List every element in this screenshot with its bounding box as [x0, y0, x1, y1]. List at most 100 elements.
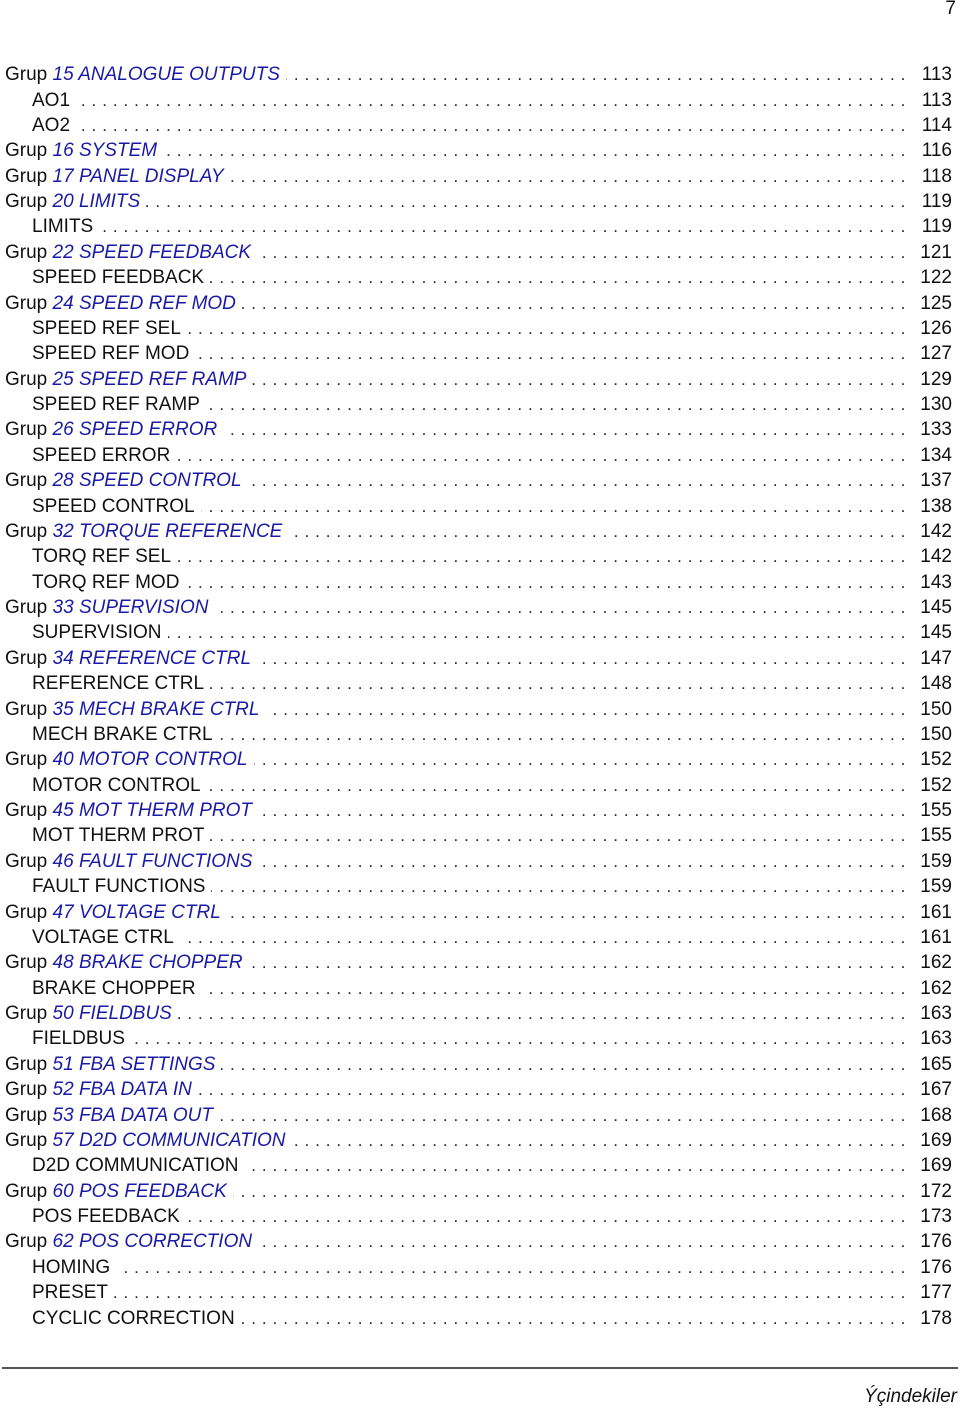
toc-group-entry[interactable]: Grup 17 PANEL DISPLAY 118	[0, 163, 960, 189]
toc-page-number: 163	[906, 1001, 960, 1027]
toc-group-entry[interactable]: Grup 24 SPEED REF MOD 125	[0, 290, 960, 316]
toc-group-entry[interactable]: Grup 47 VOLTAGE CTRL 161	[0, 899, 960, 925]
toc-page-number: 118	[906, 163, 960, 189]
toc-subentry[interactable]: LIMITS 119	[0, 214, 960, 240]
toc-group-link[interactable]: 48 BRAKE CHOPPER	[53, 952, 243, 973]
toc-subentry[interactable]: MOTOR CONTROL 152	[0, 772, 960, 798]
toc-group-link[interactable]: 26 SPEED ERROR	[53, 419, 218, 440]
toc-group-entry[interactable]: Grup 35 MECH BRAKE CTRL 150	[0, 696, 960, 722]
toc-group-link[interactable]: 28 SPEED CONTROL	[53, 470, 242, 491]
toc-group-entry[interactable]: Grup 15 ANALOGUE OUTPUTS 113	[0, 62, 960, 88]
toc-group-link[interactable]: 40 MOTOR CONTROL	[53, 749, 248, 770]
toc-subentry[interactable]: SPEED REF SEL 126	[0, 315, 960, 341]
toc-group-entry[interactable]: Grup 46 FAULT FUNCTIONS 159	[0, 848, 960, 874]
toc-entry-prefix: Grup	[5, 901, 53, 923]
toc-group-entry[interactable]: Grup 60 POS FEEDBACK 172	[0, 1178, 960, 1204]
dot-leader	[211, 874, 906, 899]
toc-subentry[interactable]: FIELDBUS 163	[0, 1026, 960, 1052]
dot-leader	[242, 291, 906, 316]
toc-subentry[interactable]: SPEED REF MOD 127	[0, 341, 960, 367]
toc-group-link[interactable]: 33 SUPERVISION	[53, 597, 209, 618]
toc-group-entry[interactable]: Grup 57 D2D COMMUNICATION 169	[0, 1127, 960, 1153]
toc-group-entry[interactable]: Grup 25 SPEED REF RAMP 129	[0, 366, 960, 392]
dot-leader	[241, 1306, 906, 1331]
toc-group-link[interactable]: 50 FIELDBUS	[53, 1003, 172, 1024]
toc-page-number: 114	[906, 112, 960, 138]
toc-subentry[interactable]: SPEED REF RAMP 130	[0, 392, 960, 418]
dot-leader	[248, 468, 906, 493]
toc-subentry[interactable]: MECH BRAKE CTRL 150	[0, 721, 960, 747]
toc-group-link[interactable]: 46 FAULT FUNCTIONS	[53, 851, 253, 872]
toc-group-link[interactable]: 16 SYSTEM	[53, 140, 158, 161]
toc-group-link[interactable]: 62 POS CORRECTION	[53, 1231, 253, 1252]
toc-page-number: 147	[906, 645, 960, 671]
toc-group-entry[interactable]: Grup 62 POS CORRECTION 176	[0, 1229, 960, 1255]
toc-group-link[interactable]: 51 FBA SETTINGS	[53, 1054, 216, 1075]
toc-group-link[interactable]: 15 ANALOGUE OUTPUTS	[53, 64, 280, 85]
toc-subentry[interactable]: FAULT FUNCTIONS 159	[0, 874, 960, 900]
toc-subentry[interactable]: POS FEEDBACK 173	[0, 1204, 960, 1230]
toc-subentry[interactable]: HOMING 176	[0, 1254, 960, 1280]
toc-subentry[interactable]: PRESET 177	[0, 1280, 960, 1306]
table-of-contents: Grup 15 ANALOGUE OUTPUTS 113 AO1 113 AO2…	[0, 62, 960, 1331]
toc-group-entry[interactable]: Grup 34 REFERENCE CTRL 147	[0, 645, 960, 671]
toc-group-entry[interactable]: Grup 33 SUPERVISION 145	[0, 595, 960, 621]
toc-entry-label: AO1	[32, 87, 77, 113]
toc-group-link[interactable]: 25 SPEED REF RAMP	[53, 369, 247, 390]
toc-page-number: 142	[906, 544, 960, 570]
toc-subentry[interactable]: TORQ REF SEL 142	[0, 544, 960, 570]
toc-group-entry[interactable]: Grup 28 SPEED CONTROL 137	[0, 468, 960, 494]
dot-leader	[286, 62, 906, 87]
toc-group-link[interactable]: 45 MOT THERM PROT	[53, 800, 253, 821]
dot-leader	[76, 113, 906, 138]
toc-group-entry[interactable]: Grup 48 BRAKE CHOPPER 162	[0, 950, 960, 976]
toc-group-link[interactable]: 32 TORQUE REFERENCE	[53, 521, 283, 542]
toc-group-link[interactable]: 24 SPEED REF MOD	[53, 293, 236, 314]
toc-group-entry[interactable]: Grup 53 FBA DATA OUT 168	[0, 1102, 960, 1128]
toc-subentry[interactable]: D2D COMMUNICATION 169	[0, 1153, 960, 1179]
dot-leader	[187, 316, 906, 341]
toc-subentry[interactable]: SPEED ERROR 134	[0, 442, 960, 468]
toc-group-entry[interactable]: Grup 50 FIELDBUS 163	[0, 1001, 960, 1027]
toc-group-entry[interactable]: Grup 52 FBA DATA IN 167	[0, 1077, 960, 1103]
toc-group-entry[interactable]: Grup 26 SPEED ERROR 133	[0, 417, 960, 443]
toc-subentry[interactable]: REFERENCE CTRL 148	[0, 671, 960, 697]
toc-subentry[interactable]: TORQ REF MOD 143	[0, 569, 960, 595]
toc-subentry[interactable]: MOT THERM PROT 155	[0, 823, 960, 849]
toc-entry-label: TORQ REF MOD	[32, 569, 186, 595]
toc-page-number: 129	[906, 366, 960, 392]
toc-group-link[interactable]: 17 PANEL DISPLAY	[53, 166, 224, 187]
toc-group-entry[interactable]: Grup 22 SPEED FEEDBACK 121	[0, 239, 960, 265]
toc-group-link[interactable]: 60 POS FEEDBACK	[53, 1181, 227, 1202]
toc-subentry[interactable]: SPEED FEEDBACK 122	[0, 265, 960, 291]
toc-subentry[interactable]: SUPERVISION 145	[0, 620, 960, 646]
dot-leader	[210, 265, 906, 290]
dot-leader	[131, 1026, 906, 1051]
toc-group-link[interactable]: 34 REFERENCE CTRL	[53, 648, 252, 669]
toc-group-link[interactable]: 52 FBA DATA IN	[53, 1079, 192, 1100]
dot-leader	[176, 443, 906, 468]
toc-subentry[interactable]: CYCLIC CORRECTION 178	[0, 1305, 960, 1331]
toc-group-entry[interactable]: Grup 32 TORQUE REFERENCE 142	[0, 518, 960, 544]
toc-group-entry[interactable]: Grup 20 LIMITS 119	[0, 189, 960, 215]
dot-leader	[230, 164, 906, 189]
toc-entry-label: HOMING	[32, 1254, 117, 1280]
toc-page-number: 165	[906, 1051, 960, 1077]
toc-group-link[interactable]: 57 D2D COMMUNICATION	[53, 1130, 286, 1151]
toc-subentry[interactable]: AO2 114	[0, 112, 960, 138]
toc-subentry[interactable]: AO1 113	[0, 87, 960, 113]
toc-group-link[interactable]: 47 VOLTAGE CTRL	[53, 902, 221, 923]
toc-group-entry[interactable]: Grup 45 MOT THERM PROT 155	[0, 798, 960, 824]
toc-subentry[interactable]: VOLTAGE CTRL 161	[0, 924, 960, 950]
toc-entry-prefix: Grup	[5, 850, 53, 872]
toc-group-link[interactable]: 35 MECH BRAKE CTRL	[53, 699, 260, 720]
toc-group-link[interactable]: 20 LIMITS	[53, 191, 141, 212]
toc-subentry[interactable]: SPEED CONTROL 138	[0, 493, 960, 519]
toc-group-link[interactable]: 53 FBA DATA OUT	[53, 1105, 213, 1126]
toc-group-entry[interactable]: Grup 40 MOTOR CONTROL 152	[0, 747, 960, 773]
toc-entry-label: Grup 26 SPEED ERROR	[5, 417, 224, 443]
toc-group-entry[interactable]: Grup 16 SYSTEM 116	[0, 138, 960, 164]
toc-subentry[interactable]: BRAKE CHOPPER 162	[0, 975, 960, 1001]
toc-group-link[interactable]: 22 SPEED FEEDBACK	[53, 242, 252, 263]
toc-group-entry[interactable]: Grup 51 FBA SETTINGS 165	[0, 1051, 960, 1077]
